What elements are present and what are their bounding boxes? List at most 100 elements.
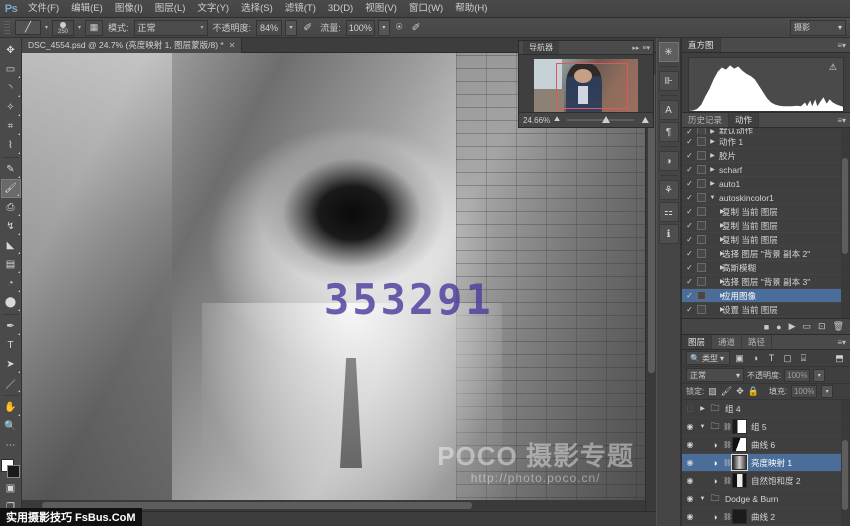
color-swatches[interactable] <box>1 459 21 479</box>
brush-preset-chevron-icon[interactable]: ▾ <box>44 24 49 31</box>
large-mountain-icon[interactable]: ⛰ <box>641 115 649 126</box>
action-dialog-toggle[interactable] <box>697 137 706 146</box>
action-row[interactable]: ✓ ▶ 复制 当前 图层 <box>682 219 850 233</box>
filter-pixel-icon[interactable]: ▣ <box>733 351 746 365</box>
tool-eyedropper[interactable]: ⌇ <box>1 136 21 155</box>
action-dialog-toggle[interactable] <box>697 165 706 174</box>
smoothing-icon[interactable]: ✐ <box>408 21 423 34</box>
panel-menu-icon[interactable]: ≡▾ <box>833 335 850 349</box>
panel-menu-icon[interactable]: ≡▾ <box>642 44 650 52</box>
brush-stroke-preview-icon[interactable]: ╱ <box>15 20 41 35</box>
layer-visibility-icon[interactable]: ◉ <box>684 512 696 521</box>
layer-opacity-stepper[interactable]: ▾ <box>813 369 825 382</box>
navigator-zoom-slider-knob[interactable] <box>602 116 610 123</box>
layer-visibility-icon[interactable]: ◉ <box>684 476 696 485</box>
layer-opacity-value[interactable]: 100% <box>784 369 810 382</box>
layer-row[interactable]: ◉ ◑ ⛓ 自然饱和度 2 <box>682 472 850 490</box>
action-dialog-toggle[interactable] <box>697 179 706 188</box>
document-tab[interactable]: DSC_4554.psd @ 24.7% (亮度映射 1, 图层蒙版/8) * … <box>22 38 242 53</box>
layer-row-selected[interactable]: ◉ ◑ ⛓ 亮度映射 1 <box>682 454 850 472</box>
tool-dodge[interactable]: ⬤ <box>1 293 21 312</box>
chevron-right-icon[interactable]: ▶ <box>708 208 720 215</box>
layer-visibility-icon[interactable]: ◉ <box>684 422 696 431</box>
layers-scrollbar[interactable] <box>841 400 850 526</box>
tool-lasso[interactable]: ◝ <box>1 79 21 98</box>
actions-list[interactable]: ✓ ▶ 默认动作 ✓ ▶ 动作 1 ✓ ▶ 胶片 <box>682 128 850 318</box>
layer-row[interactable]: ◉ ◑ ⛓ 曲线 2 <box>682 508 850 526</box>
info-icon[interactable]: ℹ <box>659 224 679 244</box>
menu-help[interactable]: 帮助(H) <box>449 0 493 18</box>
navigator-zoom-slider[interactable] <box>567 119 634 121</box>
menu-3d[interactable]: 3D(D) <box>322 0 359 18</box>
menu-type[interactable]: 文字(Y) <box>191 0 235 18</box>
tab-navigator[interactable]: 导航器 <box>523 41 559 54</box>
action-row[interactable]: ✓ ▶ 设置 当前 图层 <box>682 303 850 317</box>
lock-image-pixels-icon[interactable]: 🖌 <box>721 386 732 397</box>
tool-quick-selection[interactable]: ✧ <box>1 98 21 117</box>
tool-path-selection[interactable]: ➤ <box>1 355 21 374</box>
layer-row[interactable]: ▢ ▶ 🗀 组 4 <box>682 400 850 418</box>
tab-channels[interactable]: 通道 <box>712 335 742 349</box>
layer-visibility-icon[interactable]: ◉ <box>684 458 696 467</box>
action-row-selected[interactable]: ✓ ▶ 应用图像 <box>682 289 850 303</box>
navigator-view-box[interactable] <box>556 63 628 109</box>
chevron-right-icon[interactable]: ▶ <box>708 152 717 159</box>
filter-toggle-icon[interactable]: ⬒ <box>833 351 846 365</box>
action-row[interactable]: ✓ ▶ 高斯模糊 <box>682 261 850 275</box>
options-bar-grip[interactable] <box>4 21 10 35</box>
action-toggle-icon[interactable]: ✓ <box>684 305 695 314</box>
action-row[interactable]: ✓ ▶ 动作 1 <box>682 135 850 149</box>
collapse-icon[interactable]: ▸▸ <box>632 44 639 52</box>
mask-link-icon[interactable]: ⛓ <box>723 459 730 467</box>
tab-actions[interactable]: 动作 <box>729 113 759 127</box>
background-color-swatch[interactable] <box>7 465 20 478</box>
lock-all-icon[interactable]: 🔒 <box>748 386 759 397</box>
tool-move[interactable]: ✥ <box>1 41 21 60</box>
layer-visibility-icon[interactable]: ▢ <box>684 404 696 413</box>
menu-filter[interactable]: 滤镜(T) <box>279 0 322 18</box>
adjustments-icon[interactable]: ✳ <box>659 42 679 62</box>
quick-mask-icon[interactable]: ▣ <box>1 479 21 498</box>
menu-select[interactable]: 选择(S) <box>235 0 279 18</box>
action-dialog-toggle[interactable] <box>697 305 706 314</box>
tab-history[interactable]: 历史记录 <box>682 113 729 127</box>
menu-layer[interactable]: 图层(L) <box>149 0 192 18</box>
properties-icon[interactable]: ⚏ <box>659 202 679 222</box>
action-row[interactable]: ✓ ▶ 复制 当前 图层 <box>682 233 850 247</box>
layers-list[interactable]: ▢ ▶ 🗀 组 4 ◉ ▼ 🗀 ⛓ 组 5 ◉ ◑ ⛓ <box>682 400 850 526</box>
action-dialog-toggle[interactable] <box>697 128 706 135</box>
action-row[interactable]: ✓ ▶ 胶片 <box>682 149 850 163</box>
action-toggle-icon[interactable]: ✓ <box>684 277 695 286</box>
filter-adjustment-icon[interactable]: ◑ <box>749 351 762 365</box>
airbrush-icon[interactable]: ⍟ <box>393 21 406 34</box>
new-set-icon[interactable]: ▭ <box>803 321 812 332</box>
action-row-partial[interactable]: ✓ ▶ 默认动作 <box>682 128 850 135</box>
chevron-right-icon[interactable]: ▶ <box>708 222 720 229</box>
histogram-dock-icon[interactable]: ⊪ <box>659 71 679 91</box>
action-toggle-icon[interactable]: ✓ <box>684 128 695 135</box>
action-dialog-toggle[interactable] <box>697 277 706 286</box>
opacity-value[interactable]: 84% <box>256 20 282 36</box>
brush-size-chevron-icon[interactable]: ▾ <box>77 24 82 31</box>
menu-edit[interactable]: 编辑(E) <box>65 0 109 18</box>
tab-histogram[interactable]: 直方图 <box>682 38 721 52</box>
tool-zoom[interactable]: 🔍 <box>1 417 21 436</box>
fill-stepper[interactable]: ▾ <box>821 385 833 398</box>
tool-crop[interactable]: ⌗ <box>1 117 21 136</box>
tool-horizontal-type[interactable]: T <box>1 336 21 355</box>
action-toggle-icon[interactable]: ✓ <box>684 221 695 230</box>
chevron-right-icon[interactable]: ▶ <box>708 128 717 135</box>
blend-mode-select[interactable]: 正常 ▾ <box>134 20 208 36</box>
opacity-stepper[interactable]: ▾ <box>285 20 297 36</box>
flow-stepper[interactable]: ▾ <box>378 20 390 36</box>
tool-history-brush[interactable]: ↯ <box>1 217 21 236</box>
small-mountain-icon[interactable]: ⛰ <box>554 116 560 124</box>
brush-size-field[interactable]: 250 <box>52 20 74 36</box>
action-dialog-toggle[interactable] <box>697 221 706 230</box>
chevron-down-icon[interactable]: ▼ <box>698 424 707 430</box>
stop-recording-icon[interactable]: ■ <box>764 322 769 332</box>
navigator-zoom-value[interactable]: 24.66% <box>523 116 550 125</box>
begin-recording-icon[interactable]: ● <box>776 322 781 332</box>
tool-spot-healing-brush[interactable]: ✎ <box>1 160 21 179</box>
layer-visibility-icon[interactable]: ◉ <box>684 494 696 503</box>
